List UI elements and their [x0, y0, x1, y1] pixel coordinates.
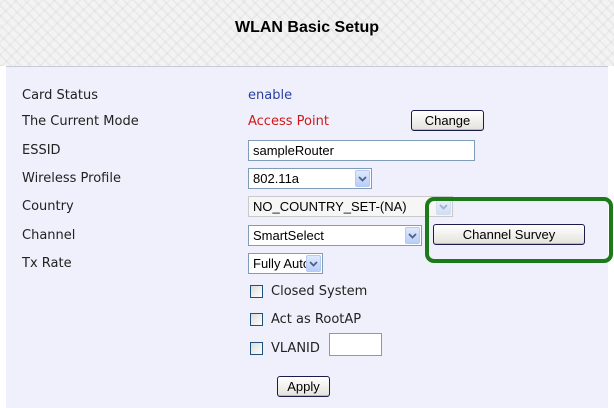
channel-label: Channel: [22, 228, 76, 243]
channel-survey-highlight: [425, 197, 613, 263]
page-title: WLAN Basic Setup: [234, 19, 379, 36]
vlanid-checkbox[interactable]: [250, 341, 263, 355]
current-mode-label: The Current Mode: [22, 114, 139, 129]
vlanid-label: VLANID: [271, 340, 320, 356]
wireless-profile-select[interactable]: 802.11a: [248, 168, 372, 189]
chevron-down-icon[interactable]: [405, 227, 420, 244]
vlanid-input[interactable]: [329, 333, 382, 356]
change-mode-button[interactable]: Change: [411, 110, 484, 131]
wireless-profile-selected: 802.11a: [253, 171, 300, 186]
essid-input[interactable]: sampleRouter: [248, 140, 475, 161]
page-header: WLAN Basic Setup: [0, 0, 614, 66]
chevron-down-icon[interactable]: [306, 255, 321, 272]
essid-label: ESSID: [22, 143, 61, 158]
act-as-rootap-row: Act as RootAP: [250, 311, 361, 327]
act-as-rootap-checkbox[interactable]: [250, 312, 263, 326]
current-mode-value: Access Point: [248, 114, 329, 129]
tx-rate-label: Tx Rate: [22, 256, 72, 271]
vlanid-row: VLANID: [250, 340, 320, 356]
tx-rate-selected: Fully Auto: [253, 256, 311, 271]
closed-system-checkbox[interactable]: [250, 284, 263, 298]
closed-system-label: Closed System: [271, 283, 368, 299]
tx-rate-select[interactable]: Fully Auto: [248, 253, 323, 274]
closed-system-row: Closed System: [250, 283, 367, 299]
country-select[interactable]: NO_COUNTRY_SET-(NA): [248, 196, 453, 217]
card-status-value: enable: [248, 88, 293, 103]
channel-select[interactable]: SmartSelect: [248, 225, 422, 246]
apply-button[interactable]: Apply: [277, 376, 330, 397]
card-status-label: Card Status: [22, 88, 98, 103]
channel-selected: SmartSelect: [253, 228, 324, 243]
act-as-rootap-label: Act as RootAP: [271, 311, 362, 327]
country-label: Country: [22, 199, 74, 214]
wireless-profile-label: Wireless Profile: [22, 171, 121, 186]
country-selected: NO_COUNTRY_SET-(NA): [253, 199, 407, 214]
chevron-down-icon[interactable]: [355, 170, 370, 187]
